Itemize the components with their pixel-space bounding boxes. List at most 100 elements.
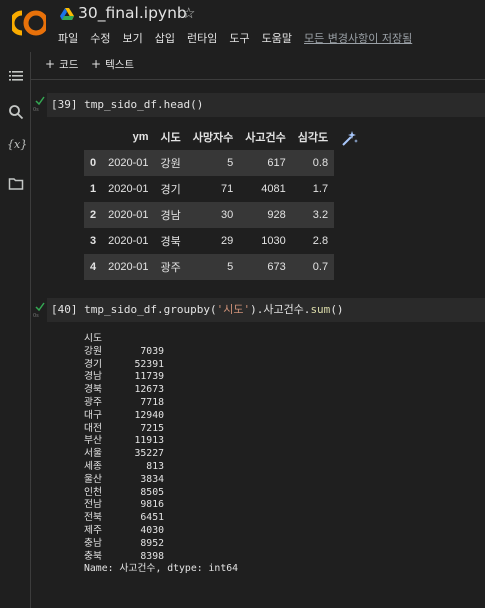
table-cell: 673	[239, 254, 292, 280]
series-row: 세종 813	[84, 461, 238, 474]
table-of-contents-icon[interactable]	[8, 68, 24, 84]
row-index: 1	[90, 183, 97, 195]
series-row: 강원 7039	[84, 346, 238, 359]
cell-code: tmp_sido_df.groupby(	[84, 303, 217, 316]
table-cell: 광주	[154, 254, 187, 280]
series-key: 전북	[84, 512, 103, 524]
menu-runtime[interactable]: 런타임	[187, 30, 217, 46]
search-icon[interactable]	[8, 104, 24, 120]
code-string: '시도'	[216, 303, 251, 316]
table-cell: 3.2	[291, 202, 335, 228]
series-value: 7215	[140, 422, 164, 434]
table-cell: 4081	[261, 183, 286, 195]
series-row: 대전 7215	[84, 423, 238, 436]
exec-time: 0s	[33, 313, 39, 319]
menu-bar: 파일 수정 보기 삽입 런타임 도구 도움말 모든 변경사항이 저장됨	[58, 30, 424, 46]
series-key: 경기	[84, 358, 103, 370]
series-row: 울산 3834	[84, 474, 238, 487]
series-row: 전남 9816	[84, 499, 238, 512]
table-cell: 2020-01	[102, 202, 155, 228]
table-cell: 2.8	[312, 235, 329, 247]
table-cell: 경기	[160, 184, 181, 196]
series-value: 52391	[134, 358, 165, 370]
series-value: 4030	[140, 524, 164, 536]
series-row: 서울 35227	[84, 448, 238, 461]
table-row: 4 2020-01 광주 5 673 0.7	[84, 254, 335, 280]
series-value: 9816	[140, 499, 164, 511]
column-header: 사고건수	[245, 132, 286, 144]
series-value: 8505	[140, 486, 164, 498]
series-row: 부산 11913	[84, 435, 238, 448]
toolbar: + 코드 + 텍스트	[31, 52, 485, 80]
series-key: 경북	[84, 384, 103, 396]
cell-run-status[interactable]: 0s	[33, 302, 47, 322]
table-cell: 928	[239, 202, 292, 228]
series-key: 울산	[84, 473, 103, 485]
series-rows: 강원 7039 경기 52391 경남 11739 경북 12673 광주 7718 대구 12940…	[84, 346, 238, 564]
plus-icon: +	[45, 57, 56, 71]
series-value: 35227	[134, 448, 165, 460]
table-cell: 경남	[154, 202, 187, 228]
cell-code: ).사고건수.	[250, 303, 311, 316]
series-value: 8952	[140, 537, 164, 549]
row-index: 0	[84, 150, 103, 176]
column-header: 사망자수	[192, 132, 234, 144]
table-cell: 2020-01	[108, 183, 149, 195]
series-row: 제주 4030	[84, 525, 238, 538]
column-header: 심각도	[297, 132, 329, 144]
table-cell: 2020-01	[102, 254, 155, 280]
series-value: 7718	[140, 396, 164, 408]
table-cell: 경북	[160, 236, 181, 248]
series-row: 경기 52391	[84, 359, 238, 372]
series-row: 전북 6451	[84, 512, 238, 525]
series-output: 시도 강원 7039 경기 52391 경남 11739 경북 12673 광주 7718 대구 12…	[84, 333, 238, 576]
table-cell: 2020-01	[102, 150, 155, 176]
series-key: 세종	[84, 460, 103, 472]
menu-tools[interactable]: 도구	[229, 30, 249, 46]
series-index-name: 시도	[84, 333, 103, 344]
series-key: 광주	[84, 396, 103, 408]
table-row: 3 2020-01 경북 29 1030 2.8	[84, 228, 334, 254]
check-icon	[35, 302, 45, 312]
series-row: 충남 8952	[84, 538, 238, 551]
series-key: 대구	[84, 409, 103, 421]
table-cell: 617	[239, 150, 292, 176]
menu-insert[interactable]: 삽입	[155, 30, 175, 46]
table-cell: 71	[220, 183, 234, 195]
exec-time: 0s	[33, 107, 39, 113]
left-rail: {x}	[0, 52, 31, 608]
series-row: 인천 8505	[84, 487, 238, 500]
row-index: 3	[90, 235, 97, 247]
series-key: 충북	[84, 550, 103, 562]
cell-run-status[interactable]: 0s	[33, 96, 47, 116]
dataframe-output: ym 시도 사망자수 사고건수 심각도 0 2020-01 강원 5 617 0…	[84, 124, 335, 280]
code-cell-39[interactable]: [39] tmp_sido_df.head()	[47, 93, 485, 117]
saved-status[interactable]: 모든 변경사항이 저장됨	[304, 30, 412, 46]
star-icon[interactable]: ☆	[182, 4, 195, 22]
code-cell-40[interactable]: [40] tmp_sido_df.groupby('시도').사고건수.sum(…	[47, 298, 485, 322]
series-footer: Name: 사고건수, dtype: int64	[84, 563, 239, 575]
check-icon	[35, 96, 45, 106]
table-cell: 1030	[261, 235, 286, 247]
table-row: 2 2020-01 경남 30 928 3.2	[84, 202, 335, 228]
variables-icon[interactable]: {x}	[7, 138, 27, 154]
menu-view[interactable]: 보기	[123, 30, 143, 46]
series-key: 강원	[84, 345, 103, 357]
magic-wand-icon[interactable]	[340, 130, 358, 148]
colab-logo[interactable]	[12, 10, 46, 36]
add-code-button[interactable]: + 코드	[45, 57, 78, 72]
table-cell: 5	[186, 254, 240, 280]
folder-icon[interactable]	[8, 176, 24, 192]
plus-icon: +	[91, 57, 102, 71]
menu-file[interactable]: 파일	[58, 30, 78, 46]
column-header: ym	[132, 131, 149, 143]
menu-help[interactable]: 도움말	[262, 30, 292, 46]
table-header-row: ym 시도 사망자수 사고건수 심각도	[84, 124, 334, 150]
drive-icon	[60, 8, 74, 20]
notebook-title[interactable]: 30_final.ipynb	[78, 4, 187, 22]
add-text-button[interactable]: + 텍스트	[91, 57, 134, 72]
header: 30_final.ipynb ☆ 파일 수정 보기 삽입 런타임 도구 도움말 …	[0, 0, 485, 52]
table-cell: 29	[220, 235, 234, 247]
cell-code: ()	[330, 303, 344, 316]
menu-edit[interactable]: 수정	[90, 30, 110, 46]
